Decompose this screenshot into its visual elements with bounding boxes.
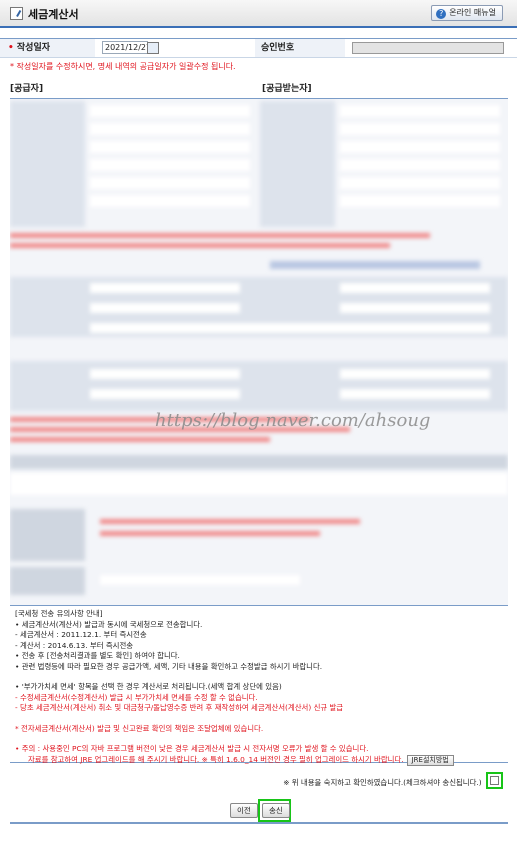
date-row: • 작성일자 2021/12/27 승인번호 (0, 38, 517, 58)
notice-line: - 세금계산서 : 2011.12.1. 부터 즉시전송 (15, 630, 147, 639)
blurred-invoice-details (10, 98, 508, 607)
agreement-checkbox[interactable] (490, 776, 499, 785)
notice-title: [국세청 전송 유의사항 안내] (15, 609, 103, 618)
notice-line-warning: * 전자세금계산서(계산서) 발급 및 신고완료 확인의 책임은 조달업체에 있… (15, 723, 264, 733)
notice-line-warning: - 수정세금계산서(수정계산서) 발급 시 부가가치세 면세를 수정 할 수 없… (15, 692, 258, 702)
title-bar: 세금계산서 ? 온라인 매뉴얼 (0, 0, 517, 28)
online-manual-button[interactable]: ? 온라인 매뉴얼 (431, 5, 503, 21)
notice-line: • 관련 법령등에 따라 필요한 경우 공급가액, 세액, 기타 내용을 확인하… (15, 661, 323, 671)
bottom-divider (10, 822, 508, 824)
calendar-icon[interactable] (147, 42, 159, 54)
blog-watermark: https://blog.naver.com/ahsoug (155, 410, 431, 431)
window-title: 세금계산서 (28, 8, 79, 21)
agreement-text: ※ 위 내용을 숙지하고 확인하였습니다.(체크하셔야 송신됩니다.) (283, 778, 482, 787)
approval-number-input (352, 42, 504, 54)
date-note: * 작성일자를 수정하시면, 명세 내역의 공급일자가 일괄수정 됩니다. (10, 62, 236, 71)
agreement-row: ※ 위 내용을 숙지하고 확인하였습니다.(체크하셔야 송신됩니다.) (283, 772, 503, 789)
agreement-highlight (486, 772, 503, 789)
notice-line-warning: 자료를 참고하여 JRE 업그레이드를 해 주시기 바랍니다. ※ 특히 1.6… (15, 754, 503, 766)
jre-note: 자료를 참고하여 JRE 업그레이드를 해 주시기 바랍니다. ※ 특히 1.6… (28, 754, 404, 764)
tax-invoice-icon (10, 7, 23, 20)
online-manual-label: 온라인 매뉴얼 (449, 8, 496, 17)
notice-line: • 세금계산서(계산서) 발급과 동시에 국세청으로 전송합니다. (15, 619, 203, 629)
notice-line: • 전송 후 [전송처리결과를 별도 확인] 하여야 합니다. (15, 651, 180, 660)
blurred-content (10, 99, 508, 606)
notice-line: - 계산서 : 2014.6.13. 부터 즉시전송 (15, 640, 134, 650)
notice-line-warning: • 주의 : 사용중인 PC의 자바 프로그램 버전이 낮은 경우 세금계산서 … (15, 744, 369, 753)
send-button[interactable]: 송신 (262, 803, 290, 818)
write-date-label-text: 작성일자 (16, 43, 51, 53)
supplier-header: [공급자] (10, 84, 44, 94)
jre-install-button[interactable]: JRE설치방법 (406, 754, 454, 766)
write-date-label: • 작성일자 (0, 39, 95, 57)
write-date-input[interactable]: 2021/12/27 (102, 41, 151, 54)
receiver-header: [공급받는자] (262, 84, 312, 94)
approval-number-label: 승인번호 (255, 39, 345, 57)
nts-transmission-notice: [국세청 전송 유의사항 안내] • 세금계산서(계산서) 발급과 동시에 국세… (10, 605, 508, 766)
notice-line: • '부가가치세 면세' 항목을 선택 한 경우 계산서로 처리됩니다.(세액 … (15, 682, 282, 691)
prev-button[interactable]: 이전 (230, 803, 258, 818)
notice-line-warning: - 당초 세금계산서(계산서) 취소 및 대금청구/돌납영수증 반려 후 재작성… (15, 703, 344, 712)
help-icon: ? (436, 9, 447, 19)
